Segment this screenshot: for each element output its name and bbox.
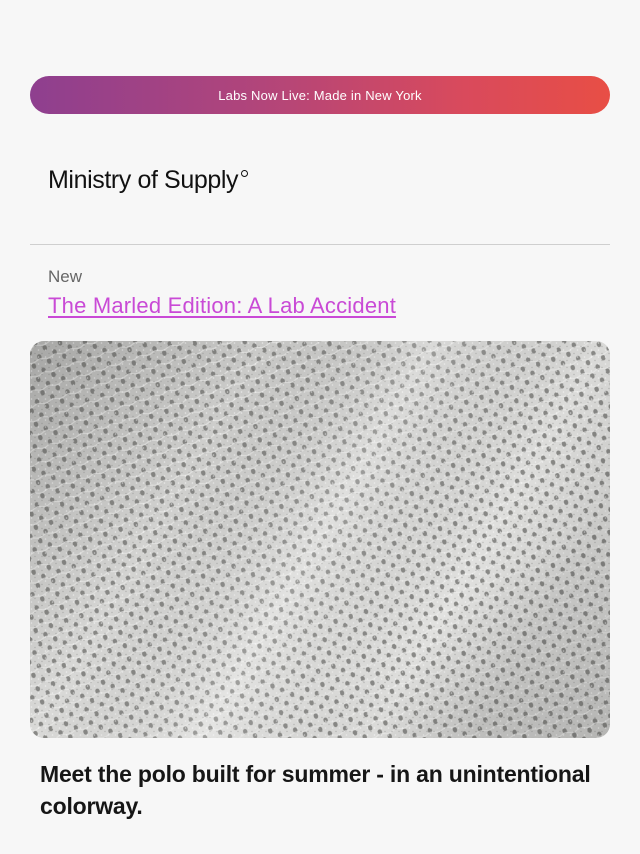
- feature-eyebrow: New: [48, 267, 83, 286]
- feature-caption: Meet the polo built for summer - in an u…: [40, 761, 591, 819]
- brand-wordmark: Ministry of Supply: [48, 166, 239, 194]
- announcement-banner-text: Labs Now Live: Made in New York: [218, 87, 422, 103]
- hero-image[interactable]: [30, 341, 610, 738]
- announcement-banner[interactable]: Labs Now Live: Made in New York: [30, 76, 610, 114]
- header-divider: [30, 244, 610, 245]
- brand-logo[interactable]: Ministry of Supply: [48, 166, 249, 195]
- brand-degree-mark: [241, 170, 249, 177]
- feature-title-link[interactable]: The Marled Edition: A Lab Accident: [48, 293, 396, 319]
- knit-fabric-texture-image: [30, 341, 610, 738]
